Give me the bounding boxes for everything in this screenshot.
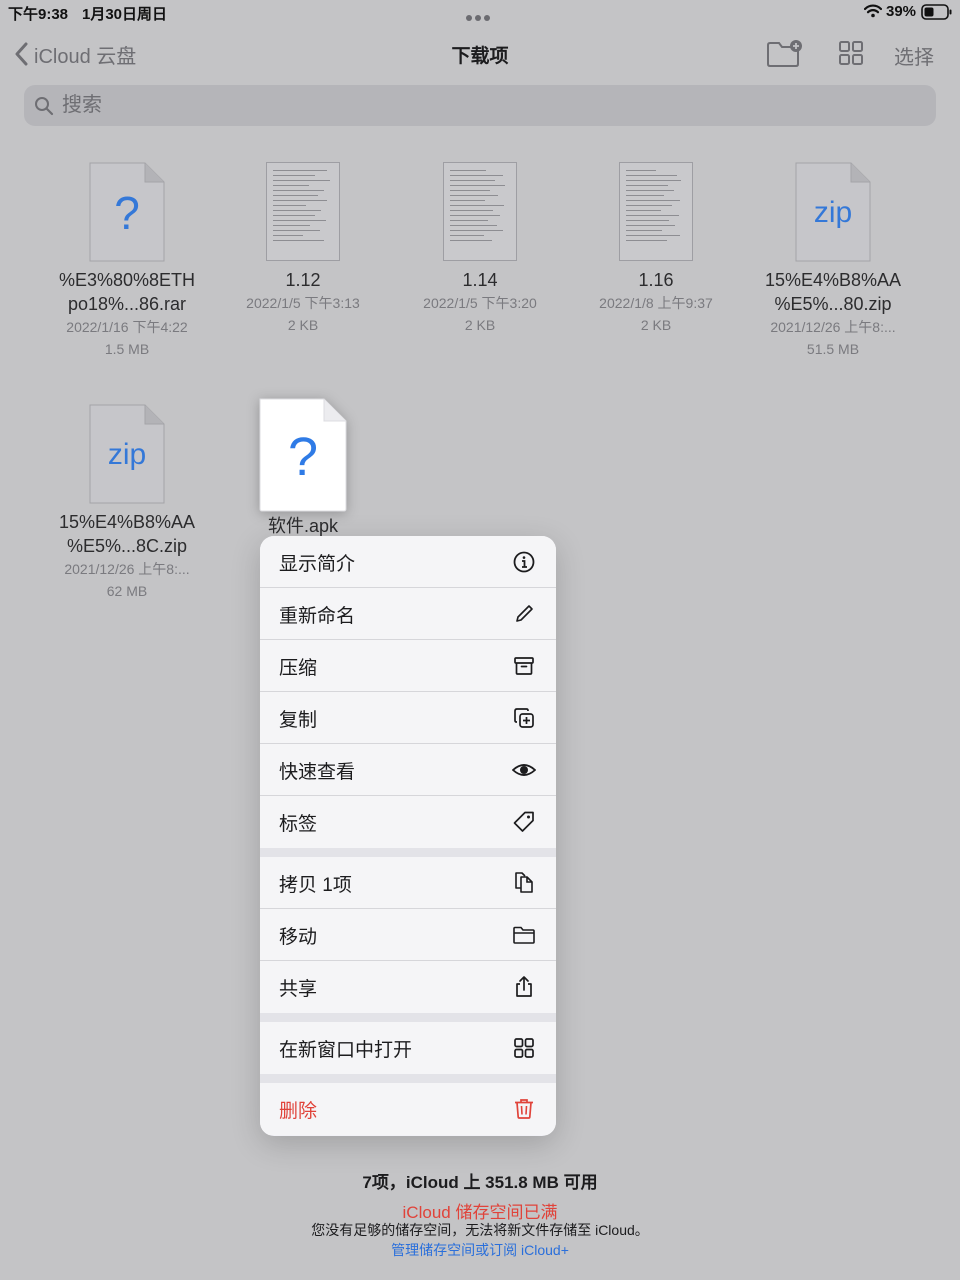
menu-item-tags[interactable]: 标签 [260,796,556,848]
back-button-label: iCloud 云盘 [34,45,137,68]
file-name: %E3%80%8ETH [58,270,196,290]
file-name: 1.14 [462,270,498,290]
tag-icon [513,811,534,832]
file-size: 2 KB [287,317,319,333]
file-item[interactable]: zip 15%E4%B8%AA %E5%...80.zip 2021/12/26… [745,162,921,360]
back-button[interactable]: iCloud 云盘 [14,40,136,68]
menu-item-share[interactable]: 共享 [260,961,556,1013]
file-name: 1.12 [285,270,321,290]
status-date: 1月30日周日 [82,6,168,23]
file-size: 1.5 MB [104,341,150,357]
menu-separator [260,848,556,857]
svg-text:?: ? [114,187,140,239]
menu-item-duplicate[interactable]: 复制 [260,692,556,744]
manage-storage-link[interactable]: 管理储存空间或订阅 iCloud+ [0,1240,960,1260]
storage-full-description: 您没有足够的储存空间，无法将新文件存储至 iCloud。 [311,1222,649,1238]
page-title: 下载项 [451,46,509,67]
pencil-icon [516,605,533,622]
archive-box-icon [514,657,534,675]
file-item[interactable]: 1.14 2022/1/5 下午3:20 2 KB [392,162,568,336]
file-size: 2 KB [640,317,672,333]
question-file-icon[interactable]: ? [258,397,348,513]
context-menu: 显示简介 重新命名 压缩 复制 快速查看 标签 拷贝 1项 移动 共享 在新窗口… [260,536,556,1136]
menu-item-quick-look[interactable]: 快速查看 [260,744,556,796]
file-name: %E5%...80.zip [774,294,892,314]
svg-text:?: ? [288,427,318,487]
zip-file-icon-label: zip [814,196,852,229]
menu-separator [260,1074,556,1083]
menu-item-label: 拷贝 1项 [279,875,352,896]
menu-item-get-info[interactable]: 显示简介 [260,536,556,588]
select-button[interactable]: 选择 [894,41,934,70]
menu-item-label: 标签 [279,814,318,835]
file-date: 2022/1/5 下午3:13 [246,295,360,311]
file-name: 15%E4%B8%AA [58,512,196,532]
file-date: 2021/12/26 上午8:... [64,561,190,577]
question-file-icon: ? [89,162,165,262]
copy-docs-icon [515,872,533,893]
selected-file-name: 软件.apk [267,516,339,536]
menu-item-label: 删除 [279,1101,318,1122]
battery-percentage: 39% [886,3,917,20]
menu-item-label: 在新窗口中打开 [279,1040,413,1061]
multitasking-dots-icon[interactable] [466,8,494,21]
menu-item-label: 复制 [279,710,318,731]
menu-item-label: 重新命名 [279,606,356,627]
menu-item-label: 共享 [279,979,318,1000]
document-thumbnail-icon [443,162,517,261]
search-icon [35,96,54,115]
search-input[interactable] [60,93,924,118]
menu-item-rename[interactable]: 重新命名 [260,588,556,640]
file-name: 1.16 [638,270,674,290]
file-size: 2 KB [464,317,496,333]
menu-item-delete[interactable]: 删除 [260,1083,556,1135]
grid-view-icon[interactable] [838,40,864,66]
wifi-icon [864,4,882,18]
file-name: %E5%...8C.zip [66,536,188,556]
new-folder-icon[interactable] [766,38,804,68]
menu-item-move[interactable]: 移动 [260,909,556,961]
file-date: 2022/1/16 下午4:22 [66,319,188,335]
document-thumbnail-icon [619,162,693,261]
item-count-summary: 7项，iCloud 上 351.8 MB 可用 [362,1173,598,1192]
search-bar[interactable] [24,85,936,126]
zip-file-icon: zip [795,162,871,262]
trash-icon [515,1099,533,1119]
menu-item-label: 移动 [279,927,318,948]
file-item[interactable]: 1.16 2022/1/8 上午9:37 2 KB [568,162,744,336]
eye-icon [512,764,536,776]
share-icon [516,976,532,997]
menu-item-compress[interactable]: 压缩 [260,640,556,692]
file-date: 2021/12/26 上午8:... [770,319,896,335]
file-size: 51.5 MB [806,341,860,357]
menu-item-label: 压缩 [279,658,318,679]
info-icon [513,551,535,573]
file-item[interactable]: 1.12 2022/1/5 下午3:13 2 KB [215,162,391,336]
menu-item-copy[interactable]: 拷贝 1项 [260,857,556,909]
file-item[interactable]: ? %E3%80%8ETH po18%...86.rar 2022/1/16 下… [39,162,215,360]
file-size: 62 MB [106,583,148,599]
folder-icon [513,926,535,944]
file-item[interactable]: zip 15%E4%B8%AA %E5%...8C.zip 2021/12/26… [39,404,215,602]
duplicate-icon [514,708,534,728]
menu-item-label: 显示简介 [279,554,356,575]
menu-separator [260,1013,556,1022]
zip-file-icon: zip [89,404,165,504]
status-bar: 下午9:38 1月30日周日 39% [0,0,960,26]
document-thumbnail-icon [266,162,340,261]
file-date: 2022/1/8 上午9:37 [599,295,713,311]
grid-window-icon [514,1038,534,1058]
battery-icon [921,4,952,20]
chevron-left-icon [15,42,28,66]
file-date: 2022/1/5 下午3:20 [423,295,537,311]
menu-item-label: 快速查看 [279,762,356,783]
file-name: 15%E4%B8%AA [764,270,902,290]
zip-file-icon-label: zip [108,438,146,471]
file-name: po18%...86.rar [67,294,187,314]
status-time: 下午9:38 [8,6,69,23]
menu-item-open-new-window[interactable]: 在新窗口中打开 [260,1022,556,1074]
